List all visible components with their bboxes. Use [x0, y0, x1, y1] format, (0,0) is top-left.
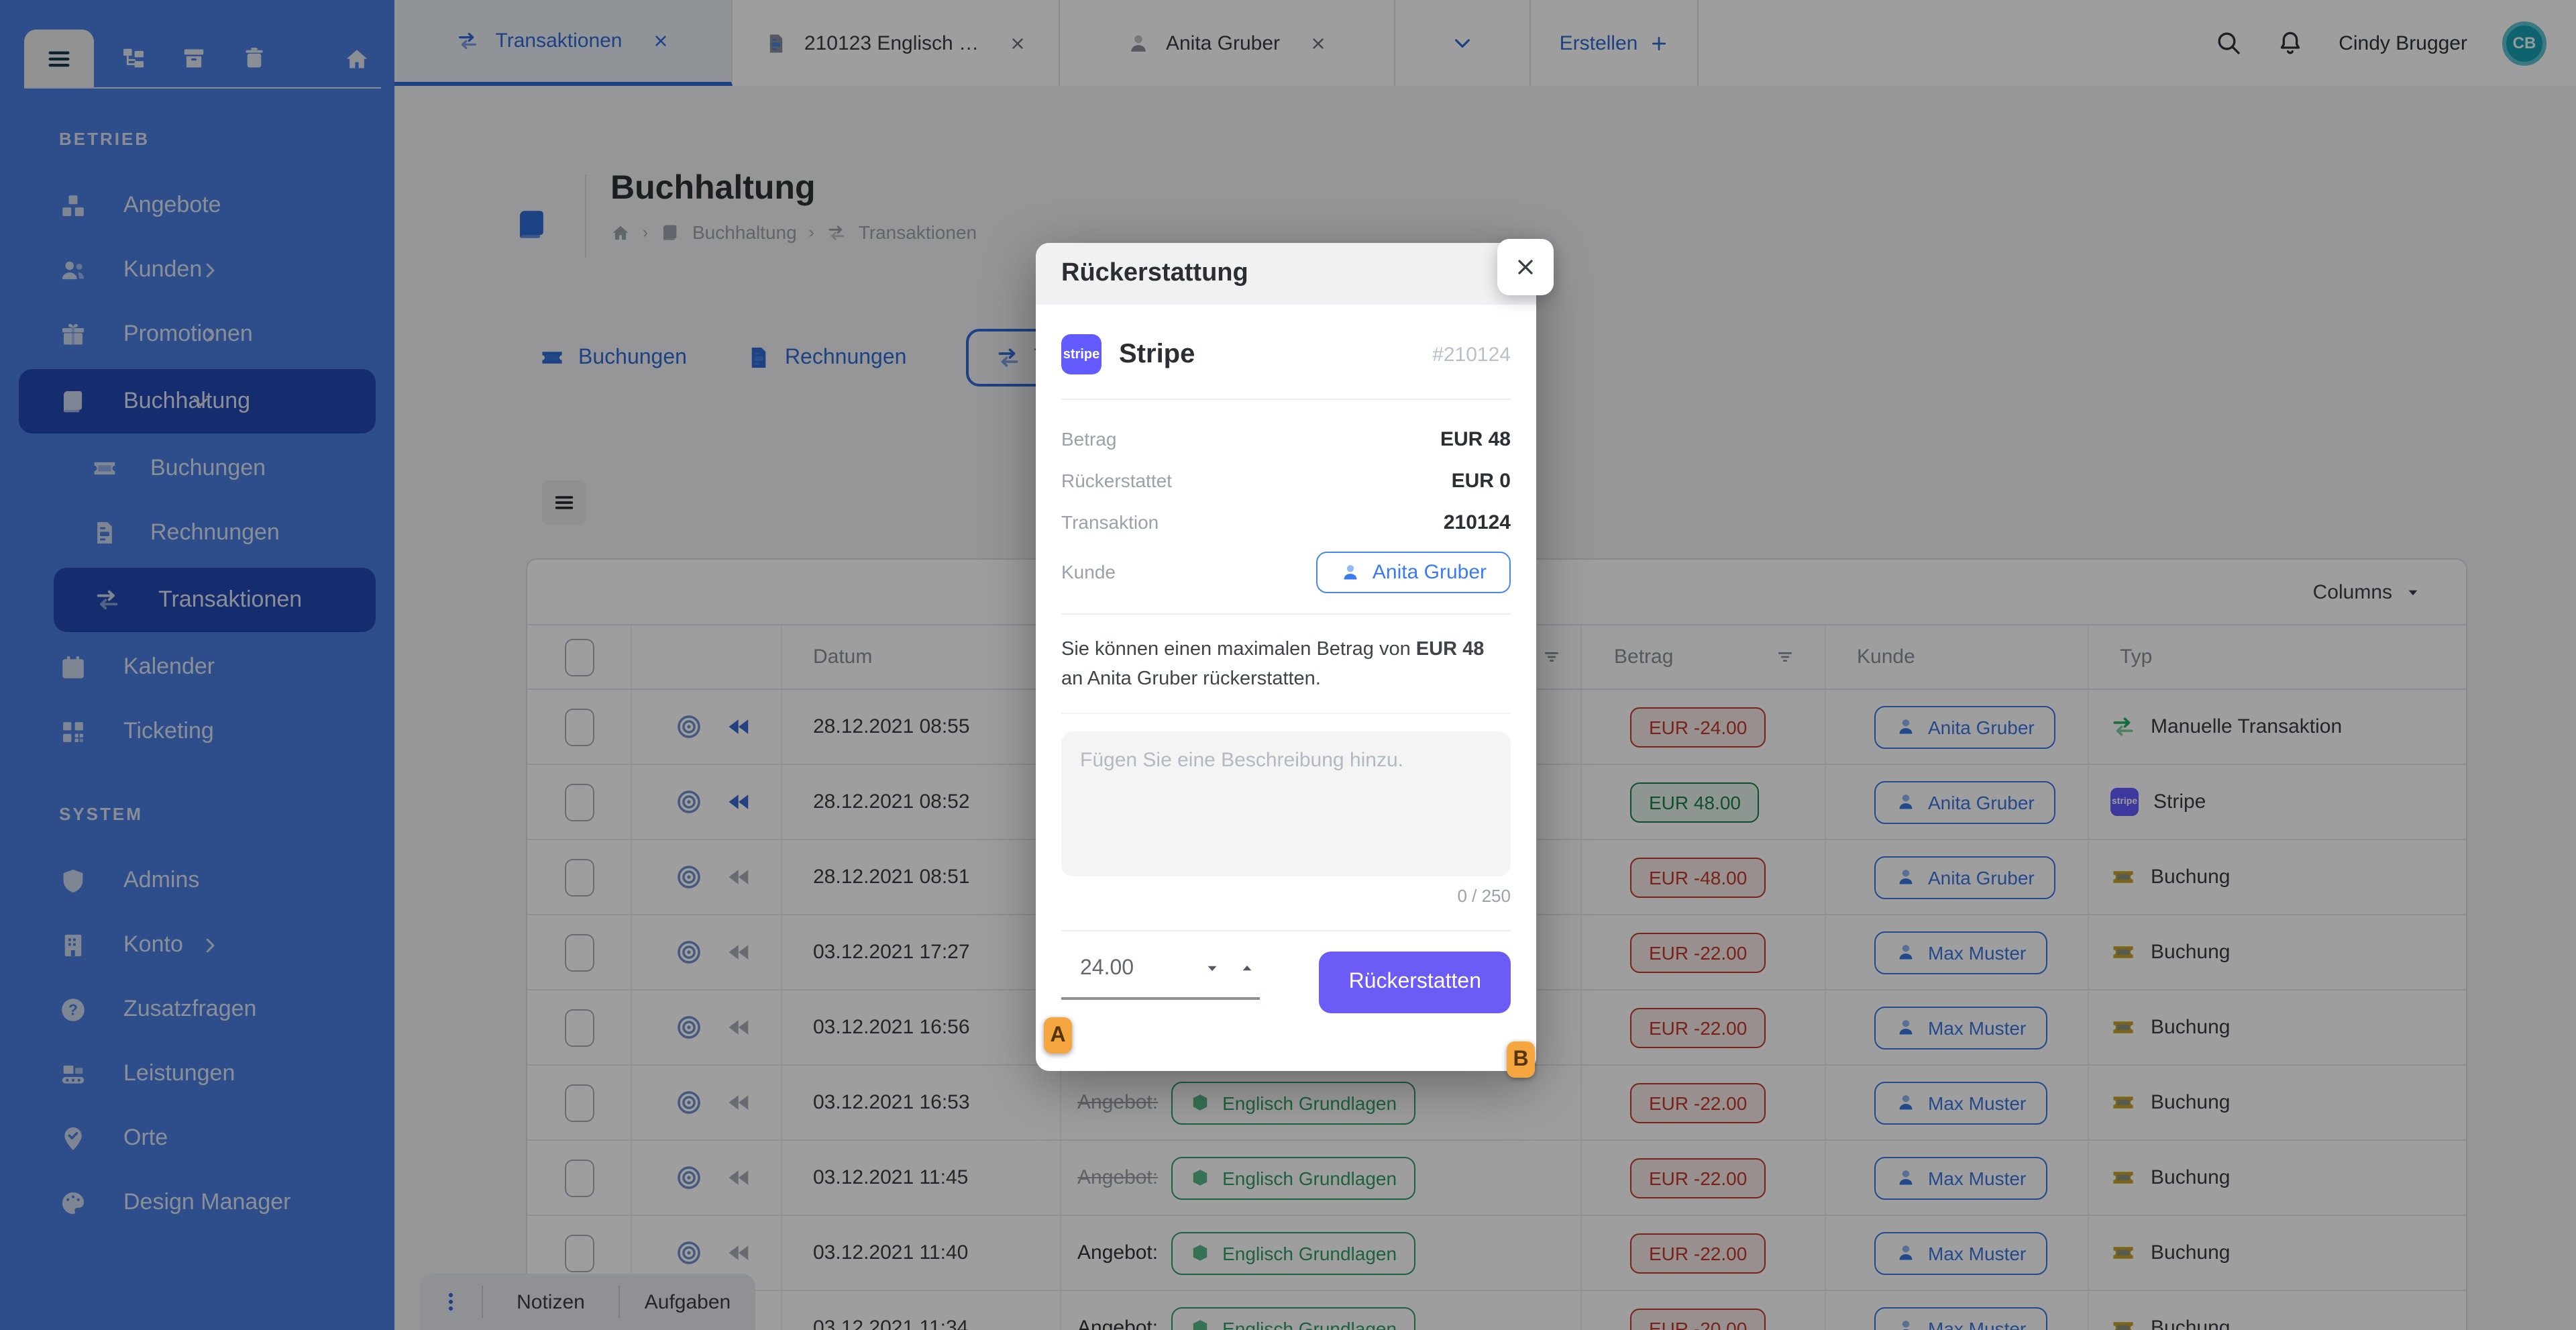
- modal-field-kunde: Kunde Anita Gruber: [1061, 544, 1511, 600]
- field-value: EUR 0: [1452, 469, 1511, 492]
- refund-submit-button[interactable]: Rückerstatten: [1320, 952, 1511, 1013]
- modal-field-betrag: Betrag EUR 48: [1061, 419, 1511, 459]
- refund-modal: Rückerstattung stripe Stripe #210124 Bet…: [1036, 243, 1536, 1071]
- field-value: 210124: [1444, 511, 1511, 533]
- caret-down-icon[interactable]: [1205, 962, 1220, 976]
- field-value: EUR 48: [1440, 427, 1511, 450]
- refund-amount-input[interactable]: 24.00: [1061, 957, 1260, 1000]
- modal-title: Rückerstattung: [1036, 243, 1536, 305]
- annotation-marker-b: B: [1507, 1041, 1535, 1078]
- modal-field-rückerstattet: Rückerstattet EUR 0: [1061, 460, 1511, 501]
- field-label: Transaktion: [1061, 511, 1159, 533]
- modal-close-button[interactable]: [1497, 239, 1554, 295]
- provider-name: Stripe: [1119, 339, 1195, 370]
- field-label: Rückerstattet: [1061, 470, 1172, 491]
- close-icon: [1513, 255, 1538, 279]
- annotation-marker-a: A: [1044, 1017, 1072, 1054]
- refund-message: Sie können einen maximalen Betrag von EU…: [1061, 635, 1511, 695]
- amount-value[interactable]: 24.00: [1080, 957, 1134, 981]
- description-textarea[interactable]: Fügen Sie eine Beschreibung hinzu.: [1061, 731, 1511, 876]
- field-label: Kunde: [1061, 561, 1116, 582]
- caret-up-icon[interactable]: [1240, 962, 1254, 976]
- customer-link-button[interactable]: Anita Gruber: [1316, 551, 1511, 593]
- transaction-reference: #210124: [1432, 343, 1511, 366]
- person-icon: [1340, 562, 1360, 582]
- app-window: BETRIEBAngeboteKundenPromotionenBuchhalt…: [0, 0, 2576, 1330]
- refund-max-amount: EUR 48: [1416, 639, 1485, 660]
- field-label: Betrag: [1061, 428, 1117, 450]
- char-counter: 0 / 250: [1061, 886, 1511, 906]
- customer-name: Anita Gruber: [1373, 560, 1487, 583]
- stripe-logo: stripe: [1061, 334, 1102, 374]
- modal-field-transaktion: Transaktion 210124: [1061, 502, 1511, 542]
